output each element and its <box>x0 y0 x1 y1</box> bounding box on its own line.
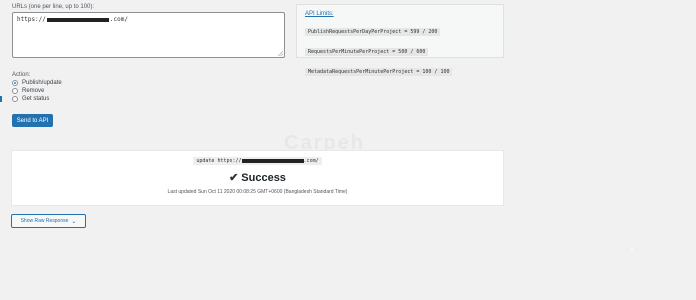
limit-requests-per-minute: RequestsPerMinutePerProject = 500 / 600 <box>305 48 429 56</box>
command-name: update <box>196 158 215 164</box>
last-updated-text: Last updated Sun Oct 11 2020 00:08:25 GM… <box>167 189 348 195</box>
success-message: ✔ Success <box>12 171 503 184</box>
success-text: Success <box>241 172 286 184</box>
urls-label: URLs (one per line, up to 100): <box>12 4 95 10</box>
radio-label: Remove <box>22 88 45 94</box>
checkmark-icon: ✔ <box>229 172 239 184</box>
result-url-prefix: https:// <box>217 158 242 164</box>
radio-label: Get status <box>22 96 50 102</box>
radio-remove[interactable]: Remove <box>12 88 44 94</box>
api-limits-panel: API Limits: PublishRequestsPerDayPerProj… <box>296 4 504 76</box>
result-url-suffix: .com/ <box>303 158 319 164</box>
show-raw-response-button[interactable]: Show Raw Response ⌄ <box>11 214 86 228</box>
send-to-api-button[interactable]: Send to API <box>12 114 53 127</box>
url-suffix: .com/ <box>109 16 128 23</box>
resize-handle-icon[interactable] <box>278 51 283 56</box>
redacted-domain <box>241 158 304 163</box>
result-command: update https:// .com/ <box>193 157 322 165</box>
urls-textarea[interactable]: https:// .com/ <box>12 12 285 58</box>
action-label: Action: <box>12 72 31 78</box>
radio-publish-update[interactable]: Publish/update <box>12 80 62 86</box>
radio-label: Publish/update <box>22 80 62 86</box>
radio-get-status[interactable]: Get status <box>12 96 49 102</box>
radio-unchecked-icon[interactable] <box>12 88 18 94</box>
limit-metadata-per-minute: MetadataRequestsPerMinutePerProject = 10… <box>305 68 453 76</box>
result-command-line: update https:// .com/ <box>12 157 503 165</box>
api-limits-title[interactable]: API Limits: <box>305 11 495 17</box>
radio-checked-icon[interactable] <box>12 80 18 86</box>
url-prefix: https:// <box>17 16 46 23</box>
radio-unchecked-icon[interactable] <box>12 96 18 102</box>
redacted-domain <box>46 17 109 22</box>
chevron-down-icon: ⌄ <box>71 218 77 225</box>
decorative-dot <box>631 249 633 251</box>
limit-publish-per-day: PublishRequestsPerDayPerProject = 599 / … <box>305 28 441 36</box>
edge-marker <box>0 96 2 102</box>
result-panel: update https:// .com/ ✔ Success Last updat… <box>11 150 504 206</box>
raw-button-label: Show Raw Response <box>20 218 69 224</box>
